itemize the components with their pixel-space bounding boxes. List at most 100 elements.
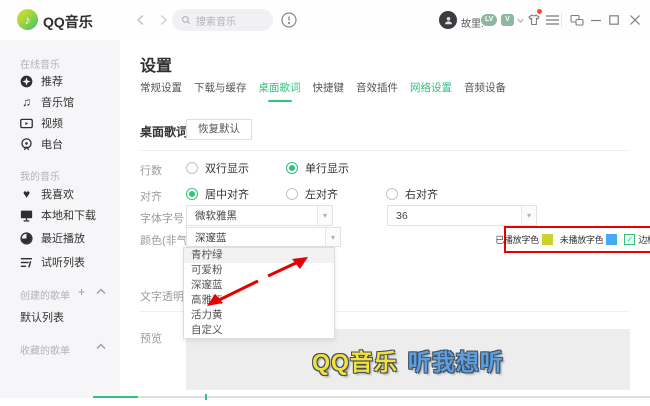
sidebar-item-listening-list[interactable]: 试听列表 bbox=[20, 254, 85, 270]
vip-lv-badge[interactable]: LV bbox=[481, 14, 497, 26]
music-note-icon: ♫ bbox=[20, 96, 33, 109]
preview-text-unplayed: 听我想听 bbox=[408, 343, 504, 377]
sidebar: 在线音乐 推荐 ♫ 音乐馆 视频 电台 我的音乐 ♥ 我喜欢 bbox=[0, 40, 120, 398]
played-color-label: 已播放字色 bbox=[495, 233, 539, 246]
line-count-label: 行数 bbox=[140, 162, 162, 178]
sidebar-section-my-music: 我的音乐 bbox=[20, 168, 60, 183]
tab-general[interactable]: 常规设置 bbox=[140, 80, 182, 102]
color-preset-dropdown: 青柠绿 可爱粉 深邃蓝 高雅灰 活力黄 自定义 bbox=[183, 247, 335, 339]
dropdown-option-cute-pink[interactable]: 可爱粉 bbox=[184, 263, 334, 278]
chevron-down-icon: ▾ bbox=[521, 206, 536, 225]
plus-icon: + bbox=[78, 285, 85, 299]
tab-hotkeys[interactable]: 快捷键 bbox=[313, 80, 345, 102]
chevron-down-icon: ▾ bbox=[317, 206, 332, 225]
vip-v-badge[interactable]: V bbox=[501, 14, 514, 26]
player-progress-marker[interactable] bbox=[205, 394, 207, 400]
sidebar-item-default-playlist[interactable]: 默认列表 bbox=[20, 309, 64, 325]
unplayed-color-label: 未播放字色 bbox=[560, 233, 604, 246]
section-title-desktop-lyrics: 桌面歌词 bbox=[140, 123, 188, 140]
radio-two-line[interactable]: 双行显示 bbox=[186, 160, 249, 176]
dropdown-option-vibrant-yellow[interactable]: 活力黄 bbox=[184, 308, 334, 323]
minimize-button[interactable] bbox=[590, 13, 602, 27]
tab-network[interactable]: 网络设置 bbox=[410, 80, 452, 102]
tab-download-cache[interactable]: 下载与缓存 bbox=[194, 80, 247, 102]
titlebar: ♪ QQ音乐 搜索音乐 故里. LV V bbox=[0, 0, 650, 40]
unplayed-color-swatch[interactable] bbox=[606, 234, 617, 245]
dropdown-option-elegant-gray[interactable]: 高雅灰 bbox=[184, 293, 334, 308]
music-note-icon: ♪ bbox=[25, 13, 31, 27]
border-checkbox[interactable]: ✓ bbox=[624, 234, 635, 245]
preview-text-played: QQ音乐 bbox=[312, 343, 398, 377]
main-menu-icon[interactable] bbox=[546, 14, 559, 26]
sidebar-item-favorites[interactable]: ♥ 我喜欢 bbox=[20, 186, 74, 202]
font-family-select[interactable]: 微软雅黑 ▾ bbox=[186, 205, 333, 226]
player-progress-played bbox=[93, 396, 138, 398]
played-color-swatch[interactable] bbox=[542, 234, 553, 245]
user-menu-chevron-down-icon[interactable] bbox=[516, 16, 525, 25]
forward-button[interactable] bbox=[155, 12, 171, 28]
radio-align-left[interactable]: 左对齐 bbox=[286, 186, 338, 202]
sidebar-item-local-downloads[interactable]: 本地和下载 bbox=[20, 207, 96, 223]
listen-together-icon[interactable] bbox=[280, 11, 298, 29]
titlebar-separator bbox=[561, 13, 562, 27]
radio-selected-icon bbox=[286, 162, 298, 174]
sidebar-section-online-music: 在线音乐 bbox=[20, 56, 60, 71]
chevron-down-icon: ▾ bbox=[325, 228, 340, 246]
font-size-select[interactable]: 36 ▾ bbox=[387, 205, 537, 226]
settings-page: 设置 常规设置 下载与缓存 桌面歌词 快捷键 音效插件 网络设置 音频设备 桌面… bbox=[120, 40, 650, 398]
font-size-label: 字体字号 bbox=[140, 210, 184, 226]
search-input[interactable]: 搜索音乐 bbox=[172, 9, 273, 31]
add-playlist-button[interactable]: + bbox=[78, 285, 85, 299]
qq-music-window: ♪ QQ音乐 搜索音乐 故里. LV V bbox=[0, 0, 650, 406]
sidebar-item-radio[interactable]: 电台 bbox=[20, 136, 63, 152]
sidebar-item-video[interactable]: 视频 bbox=[20, 115, 63, 131]
video-icon bbox=[20, 117, 33, 130]
tab-desktop-lyrics[interactable]: 桌面歌词 bbox=[259, 80, 301, 102]
radio-selected-icon bbox=[186, 188, 198, 200]
sidebar-item-recommend[interactable]: 推荐 bbox=[20, 73, 63, 89]
heart-icon: ♥ bbox=[20, 188, 33, 201]
search-icon bbox=[181, 15, 191, 25]
maximize-button[interactable] bbox=[609, 15, 619, 25]
search-placeholder: 搜索音乐 bbox=[196, 13, 236, 28]
clock-icon bbox=[20, 232, 33, 245]
radio-align-right[interactable]: 右对齐 bbox=[386, 186, 438, 202]
dropdown-option-lime-green[interactable]: 青柠绿 bbox=[184, 248, 334, 263]
tab-audio-devices[interactable]: 音频设备 bbox=[464, 80, 506, 102]
user-avatar[interactable] bbox=[439, 11, 457, 29]
sidebar-section-created-playlists: 创建的歌单 bbox=[20, 287, 70, 302]
restore-defaults-button[interactable]: 恢复默认 bbox=[186, 119, 252, 140]
border-label: 边框 bbox=[638, 233, 650, 246]
sidebar-item-music-hall[interactable]: ♫ 音乐馆 bbox=[20, 94, 74, 110]
radio-icon bbox=[186, 162, 198, 174]
close-button[interactable] bbox=[629, 14, 641, 26]
dropdown-option-deep-blue[interactable]: 深邃蓝 bbox=[184, 278, 334, 293]
radio-align-center[interactable]: 居中对齐 bbox=[186, 186, 249, 202]
playlist-icon bbox=[20, 256, 33, 269]
player-progress-track[interactable] bbox=[93, 396, 650, 398]
radio-icon bbox=[386, 188, 398, 200]
mini-player-icon[interactable] bbox=[570, 13, 584, 27]
tab-sound-plugins[interactable]: 音效插件 bbox=[356, 80, 398, 102]
back-button[interactable] bbox=[133, 12, 149, 28]
color-legend-annotation-box: 已播放字色 未播放字色 ✓ 边框 bbox=[504, 226, 650, 253]
sidebar-item-recently-played[interactable]: 最近播放 bbox=[20, 230, 85, 246]
collapse-collected-playlists-icon[interactable] bbox=[96, 343, 106, 350]
color-preset-select[interactable]: 深邃蓝 ▾ bbox=[186, 227, 341, 247]
collapse-created-playlists-icon[interactable] bbox=[96, 288, 106, 295]
radio-icon bbox=[286, 188, 298, 200]
radio-single-line[interactable]: 单行显示 bbox=[286, 160, 349, 176]
app-title: QQ音乐 bbox=[43, 12, 93, 32]
page-title: 设置 bbox=[140, 52, 172, 76]
monitor-download-icon bbox=[20, 209, 33, 222]
skin-theme-icon[interactable] bbox=[527, 13, 541, 27]
compass-icon bbox=[20, 75, 33, 88]
radio-icon bbox=[20, 138, 33, 151]
divider bbox=[140, 150, 630, 151]
qq-music-logo-icon[interactable]: ♪ bbox=[17, 9, 38, 30]
notification-dot bbox=[537, 9, 542, 14]
sidebar-section-collected-playlists: 收藏的歌单 bbox=[20, 342, 70, 357]
dropdown-option-custom[interactable]: 自定义 bbox=[184, 323, 334, 338]
align-label: 对齐 bbox=[140, 188, 162, 204]
settings-tabs: 常规设置 下载与缓存 桌面歌词 快捷键 音效插件 网络设置 音频设备 bbox=[140, 80, 506, 102]
